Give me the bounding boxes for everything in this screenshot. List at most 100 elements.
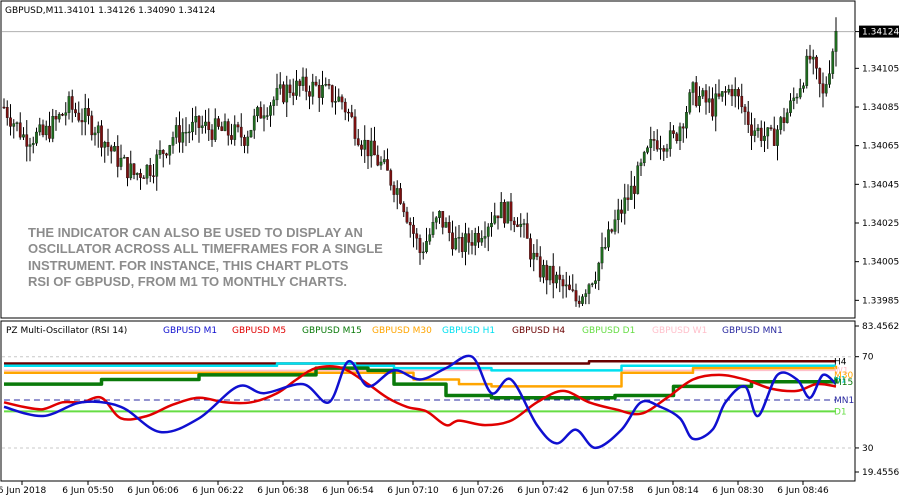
time-tick-label: 6 Jun 08:14 <box>647 486 699 496</box>
bull-candle-body <box>766 127 770 137</box>
bear-candle-body <box>77 112 81 121</box>
bear-candle-body <box>100 125 103 148</box>
bear-candle-body <box>41 124 45 136</box>
time-tick-label: 6 Jun 06:38 <box>257 486 309 496</box>
bear-candle-body <box>317 84 321 98</box>
bear-candle-body <box>724 91 727 93</box>
bull-candle-body <box>395 188 399 195</box>
bear-candle-body <box>298 80 302 86</box>
bull-candle-body <box>646 147 649 153</box>
annotation-line-3: INSTRUMENT. FOR INSTANCE, THIS CHART PLO… <box>28 258 349 273</box>
bull-candle-body <box>805 55 809 86</box>
bull-candle-body <box>431 222 435 235</box>
bull-candle-body <box>811 56 815 60</box>
bear-candle-body <box>126 157 129 179</box>
bull-candle-body <box>649 139 653 148</box>
bull-candle-body <box>93 132 97 136</box>
bear-candle-body <box>412 224 415 234</box>
bull-candle-body <box>421 251 425 254</box>
bull-candle-body <box>701 90 705 97</box>
price-axis: 1.34124 1.34105 1.34085 1.34065 1.34045 1.340… <box>855 25 899 306</box>
bull-candle-body <box>522 223 526 225</box>
bull-candle-body <box>35 131 38 144</box>
bear-candle-body <box>818 68 822 84</box>
bear-candle-body <box>142 177 146 179</box>
bear-candle-body <box>18 122 22 138</box>
bull-candle-body <box>184 131 188 134</box>
bull-candle-body <box>96 125 100 134</box>
bear-candle-body <box>535 252 539 257</box>
legend-entry: GBPUSD MN1 <box>722 326 783 336</box>
bull-candle-body <box>607 229 610 248</box>
bull-candle-body <box>623 197 627 214</box>
bear-candle-body <box>87 108 90 116</box>
bear-candle-body <box>366 139 370 157</box>
bear-candle-body <box>148 165 152 176</box>
bull-candle-body <box>155 154 159 177</box>
bull-candle-body <box>181 132 185 143</box>
bear-candle-body <box>577 300 581 304</box>
legend-entry: GBPUSD M15 <box>302 326 362 336</box>
bear-candle-body <box>730 89 734 97</box>
bear-candle-body <box>61 114 64 116</box>
price-tick-label: 1.34065 <box>862 142 899 152</box>
bear-candle-body <box>259 107 263 119</box>
bear-candle-body <box>239 126 243 138</box>
bull-candle-body <box>587 284 591 294</box>
bear-candle-body <box>330 85 334 103</box>
bull-candle-body <box>636 165 640 194</box>
bull-candle-body <box>493 215 497 224</box>
bull-candle-body <box>233 124 237 140</box>
legend-entry: GBPUSD M5 <box>232 326 286 336</box>
bull-candle-body <box>483 236 487 239</box>
bull-candle-body <box>15 122 19 124</box>
bull-candle-body <box>590 283 594 285</box>
bear-candle-body <box>610 229 614 232</box>
bear-candle-body <box>509 201 513 222</box>
osc-tick-label: 30 <box>862 444 874 454</box>
bear-candle-body <box>9 117 12 127</box>
bull-candle-body <box>252 115 256 131</box>
legend-entry: GBPUSD D1 <box>582 326 635 336</box>
bear-candle-body <box>769 127 773 130</box>
bear-candle-body <box>308 91 311 97</box>
bear-candle-body <box>571 289 575 291</box>
bull-candle-body <box>438 211 441 218</box>
bear-candle-body <box>470 242 474 246</box>
bull-candle-body <box>444 222 448 228</box>
bull-candle-body <box>795 96 799 99</box>
bull-candle-body <box>668 130 672 149</box>
legend-entry: GBPUSD H4 <box>512 326 565 336</box>
bear-candle-body <box>415 233 419 239</box>
bull-candle-body <box>779 117 783 130</box>
bull-candle-body <box>64 112 68 116</box>
bull-candle-body <box>22 134 25 138</box>
bull-candle-body <box>597 262 601 281</box>
bull-candle-body <box>600 247 604 264</box>
bear-candle-body <box>217 118 220 127</box>
bull-candle-body <box>135 173 139 175</box>
bull-candle-body <box>194 116 198 123</box>
bull-candle-body <box>168 145 172 156</box>
bear-candle-body <box>694 82 698 106</box>
bull-candle-body <box>187 131 191 134</box>
bear-candle-body <box>207 121 211 130</box>
indicator-title: PZ Multi-Oscillator (RSI 14) <box>6 326 127 336</box>
bull-candle-body <box>490 223 493 228</box>
bear-candle-body <box>529 238 532 260</box>
bear-candle-body <box>717 93 721 97</box>
bull-candle-body <box>720 91 724 97</box>
bull-candle-body <box>678 126 682 142</box>
time-tick-label: 6 Jun 05:50 <box>62 486 114 496</box>
bull-candle-body <box>295 80 298 96</box>
bull-candle-body <box>454 238 458 250</box>
bull-candle-body <box>191 121 194 133</box>
bear-candle-body <box>243 137 246 146</box>
bear-candle-body <box>759 127 763 141</box>
bull-candle-body <box>285 84 289 103</box>
bear-candle-body <box>551 265 555 284</box>
bear-candle-body <box>399 188 402 204</box>
legend-entry: GBPUSD M1 <box>163 326 217 336</box>
bear-candle-body <box>314 81 318 86</box>
osc-tick-label: 19.4556 <box>862 468 899 478</box>
